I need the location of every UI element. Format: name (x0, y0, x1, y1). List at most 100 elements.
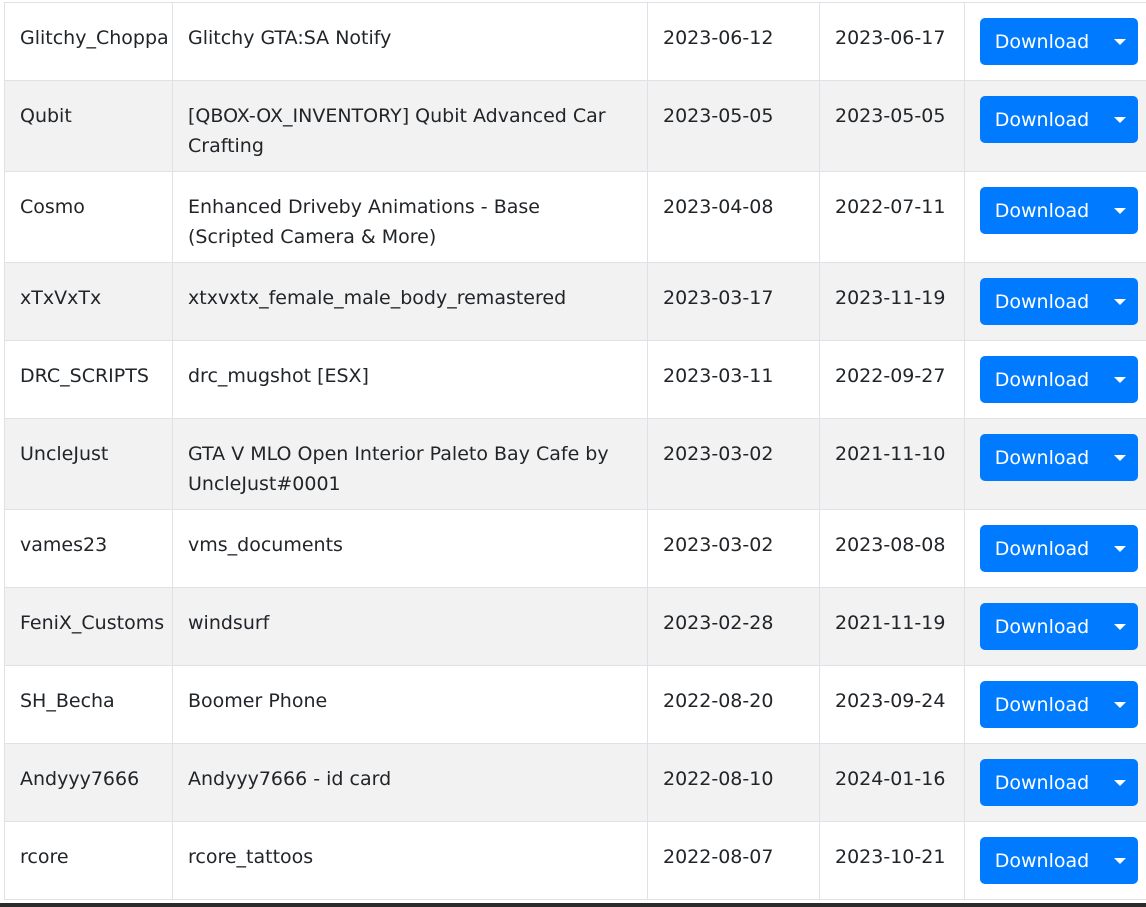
table-row: DRC_SCRIPTS drc_mugshot [ESX] 2023-03-11… (4, 340, 1146, 419)
caret-down-icon (1114, 454, 1126, 461)
author-cell: DRC_SCRIPTS (4, 340, 173, 419)
table-row: xTxVxTx xtxvxtx_female_male_body_remaste… (4, 262, 1146, 341)
table-row: UncleJust GTA V MLO Open Interior Paleto… (4, 418, 1146, 510)
download-button[interactable]: Download (980, 681, 1102, 728)
download-button[interactable]: Download (980, 187, 1102, 234)
date-cell: 2023-05-05 (647, 80, 820, 172)
date-cell: 2023-05-05 (819, 80, 965, 172)
download-button-group: Download (980, 603, 1138, 650)
resource-name-cell: drc_mugshot [ESX] (172, 340, 648, 419)
author-cell: vames23 (4, 509, 173, 588)
author-cell: xTxVxTx (4, 262, 173, 341)
table-row: SH_Becha Boomer Phone 2022-08-20 2023-09… (4, 665, 1146, 744)
author-cell: Cosmo (4, 171, 173, 263)
download-button[interactable]: Download (980, 837, 1102, 884)
date-cell: 2023-06-17 (819, 2, 965, 81)
download-button[interactable]: Download (980, 434, 1102, 481)
table-row: Cosmo Enhanced Driveby Animations - Base… (4, 171, 1146, 263)
author-cell: FeniX_Customs (4, 587, 173, 666)
download-button[interactable]: Download (980, 356, 1102, 403)
action-cell: Download (964, 171, 1146, 263)
action-cell: Download (964, 418, 1146, 510)
author-cell: SH_Becha (4, 665, 173, 744)
author-cell: Glitchy_Choppa (4, 2, 173, 81)
table-row: vames23 vms_documents 2023-03-02 2023-08… (4, 509, 1146, 588)
action-cell: Download (964, 80, 1146, 172)
date-cell: 2023-03-17 (647, 262, 820, 341)
date-cell: 2022-09-27 (819, 340, 965, 419)
caret-down-icon (1114, 545, 1126, 552)
date-cell: 2023-06-12 (647, 2, 820, 81)
download-button-group: Download (980, 18, 1138, 65)
resource-name-cell: Boomer Phone (172, 665, 648, 744)
caret-down-icon (1114, 779, 1126, 786)
caret-down-icon (1114, 623, 1126, 630)
action-cell: Download (964, 340, 1146, 419)
action-cell: Download (964, 587, 1146, 666)
resource-name-cell: [QBOX-OX_INVENTORY] Qubit Advanced Car C… (172, 80, 648, 172)
table-row: Qubit [QBOX-OX_INVENTORY] Qubit Advanced… (4, 80, 1146, 172)
download-dropdown-toggle[interactable] (1102, 434, 1138, 481)
download-button-group: Download (980, 96, 1138, 143)
action-cell: Download (964, 743, 1146, 822)
download-button[interactable]: Download (980, 18, 1102, 65)
date-cell: 2021-11-19 (819, 587, 965, 666)
download-dropdown-toggle[interactable] (1102, 603, 1138, 650)
date-cell: 2021-11-10 (819, 418, 965, 510)
download-button[interactable]: Download (980, 525, 1102, 572)
download-dropdown-toggle[interactable] (1102, 187, 1138, 234)
date-cell: 2022-08-07 (647, 821, 820, 900)
date-cell: 2023-03-11 (647, 340, 820, 419)
resource-name-cell: Andyyy7666 - id card (172, 743, 648, 822)
date-cell: 2023-11-19 (819, 262, 965, 341)
resource-name-cell: GTA V MLO Open Interior Paleto Bay Cafe … (172, 418, 648, 510)
caret-down-icon (1114, 376, 1126, 383)
resource-name-cell: vms_documents (172, 509, 648, 588)
caret-down-icon (1114, 116, 1126, 123)
author-cell: rcore (4, 821, 173, 900)
action-cell: Download (964, 821, 1146, 900)
download-button-group: Download (980, 356, 1138, 403)
download-button[interactable]: Download (980, 603, 1102, 650)
caret-down-icon (1114, 701, 1126, 708)
download-button[interactable]: Download (980, 96, 1102, 143)
table-row: Glitchy_Choppa Glitchy GTA:SA Notify 202… (4, 2, 1146, 81)
download-button[interactable]: Download (980, 759, 1102, 806)
download-button-group: Download (980, 278, 1138, 325)
date-cell: 2022-08-20 (647, 665, 820, 744)
caret-down-icon (1114, 857, 1126, 864)
table-row: Andyyy7666 Andyyy7666 - id card 2022-08-… (4, 743, 1146, 822)
resources-table: Glitchy_Choppa Glitchy GTA:SA Notify 202… (4, 2, 1146, 900)
page-bottom-border (0, 903, 1146, 907)
download-dropdown-toggle[interactable] (1102, 759, 1138, 806)
download-button[interactable]: Download (980, 278, 1102, 325)
date-cell: 2023-02-28 (647, 587, 820, 666)
action-cell: Download (964, 262, 1146, 341)
download-dropdown-toggle[interactable] (1102, 96, 1138, 143)
date-cell: 2023-03-02 (647, 509, 820, 588)
download-dropdown-toggle[interactable] (1102, 278, 1138, 325)
download-button-group: Download (980, 187, 1138, 234)
date-cell: 2024-01-16 (819, 743, 965, 822)
author-cell: UncleJust (4, 418, 173, 510)
download-dropdown-toggle[interactable] (1102, 525, 1138, 572)
download-dropdown-toggle[interactable] (1102, 18, 1138, 65)
date-cell: 2022-07-11 (819, 171, 965, 263)
date-cell: 2023-03-02 (647, 418, 820, 510)
date-cell: 2022-08-10 (647, 743, 820, 822)
date-cell: 2023-04-08 (647, 171, 820, 263)
resource-name-cell: rcore_tattoos (172, 821, 648, 900)
download-dropdown-toggle[interactable] (1102, 356, 1138, 403)
download-button-group: Download (980, 681, 1138, 728)
download-dropdown-toggle[interactable] (1102, 837, 1138, 884)
action-cell: Download (964, 665, 1146, 744)
caret-down-icon (1114, 298, 1126, 305)
date-cell: 2023-09-24 (819, 665, 965, 744)
date-cell: 2023-10-21 (819, 821, 965, 900)
author-cell: Andyyy7666 (4, 743, 173, 822)
caret-down-icon (1114, 207, 1126, 214)
download-button-group: Download (980, 434, 1138, 481)
download-button-group: Download (980, 759, 1138, 806)
resource-name-cell: Enhanced Driveby Animations - Base (Scri… (172, 171, 648, 263)
download-dropdown-toggle[interactable] (1102, 681, 1138, 728)
